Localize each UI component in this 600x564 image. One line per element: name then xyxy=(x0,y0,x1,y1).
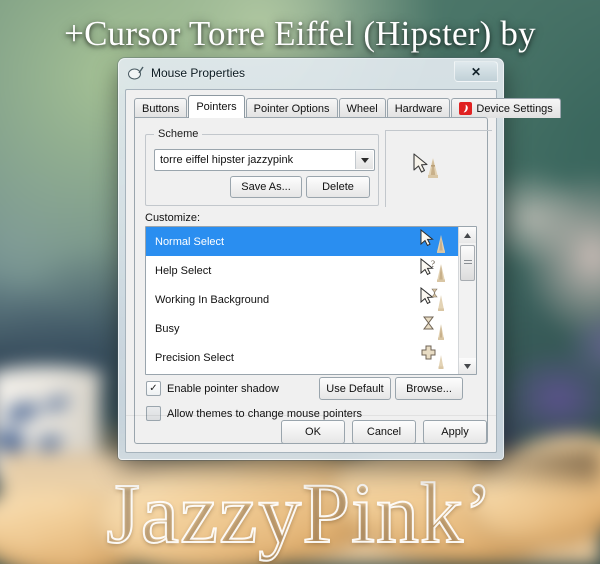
save-as-button[interactable]: Save As... xyxy=(230,176,302,198)
customize-listbox[interactable]: Normal Select Help Select ? Working In B… xyxy=(145,226,477,375)
list-scrollbar[interactable] xyxy=(458,227,476,374)
dialog-footer-buttons: OK Cancel Apply xyxy=(281,420,487,444)
allow-themes-label: Allow themes to change mouse pointers xyxy=(167,407,363,420)
overlay-bottom-title: JazzyPink’ xyxy=(105,465,494,561)
dialog-client-area: Buttons Pointers Pointer Options Wheel H… xyxy=(125,89,561,453)
tab-label: Wheel xyxy=(346,102,378,115)
tab-label: Device Settings xyxy=(476,102,553,115)
list-item-label: Normal Select xyxy=(155,235,225,248)
tab-strip: Buttons Pointers Pointer Options Wheel H… xyxy=(134,95,561,118)
close-icon[interactable]: ✕ xyxy=(454,61,498,82)
working-cursor-eiffel-tower-icon xyxy=(420,286,452,313)
enable-pointer-shadow-checkbox[interactable]: ✓ xyxy=(146,381,161,396)
ok-button[interactable]: OK xyxy=(281,420,345,444)
dialog-title: Mouse Properties xyxy=(151,66,246,80)
dialog-titlebar[interactable]: Mouse Properties ✕ xyxy=(119,59,503,87)
synaptics-icon xyxy=(459,102,473,115)
list-item-busy[interactable]: Busy xyxy=(146,314,458,343)
pointers-tab-panel: Scheme torre eiffel hipster jazzypink Sa… xyxy=(134,117,492,444)
list-item-label: Busy xyxy=(155,322,180,335)
tab-label: Pointers xyxy=(196,101,237,113)
precision-crosshair-eiffel-tower-icon xyxy=(420,345,452,371)
customize-label: Customize: xyxy=(145,212,201,224)
list-item-precision-select[interactable]: Precision Select xyxy=(146,343,458,372)
list-item-help-select[interactable]: Help Select ? xyxy=(146,256,458,285)
busy-hourglass-eiffel-tower-icon xyxy=(420,316,452,342)
triangle-down-icon[interactable] xyxy=(459,358,476,374)
scrollbar-thumb[interactable] xyxy=(460,245,475,281)
customize-list-inner: Normal Select Help Select ? Working In B… xyxy=(146,227,458,374)
arrow-cursor-eiffel-tower-icon xyxy=(420,228,452,255)
scheme-selected-value: torre eiffel hipster jazzypink xyxy=(160,154,294,166)
mouse-icon xyxy=(128,66,144,80)
overlay-top-title: +Cursor Torre Eiffel (Hipster) by xyxy=(64,14,536,53)
scheme-group-label: Scheme xyxy=(154,128,203,140)
tab-label: Pointer Options xyxy=(253,102,330,115)
list-item-label: Help Select xyxy=(155,264,212,277)
arrow-cursor-eiffel-tower-icon xyxy=(412,153,446,186)
tab-label: Hardware xyxy=(394,102,443,115)
list-item-label: Precision Select xyxy=(155,351,234,364)
check-icon: ✓ xyxy=(149,382,158,394)
scrollbar-grip xyxy=(463,260,472,266)
tab-buttons[interactable]: Buttons xyxy=(134,98,188,118)
pointer-preview-pane xyxy=(385,130,492,207)
delete-button[interactable]: Delete xyxy=(306,176,370,198)
tab-hardware[interactable]: Hardware xyxy=(386,98,451,118)
triangle-up-icon[interactable] xyxy=(459,227,476,243)
help-cursor-eiffel-tower-icon: ? xyxy=(420,257,452,284)
tab-label: Buttons xyxy=(142,102,180,115)
scheme-group: Scheme torre eiffel hipster jazzypink Sa… xyxy=(145,128,379,206)
enable-pointer-shadow-label: Enable pointer shadow xyxy=(167,382,279,395)
tab-pointers[interactable]: Pointers xyxy=(188,95,245,118)
apply-button[interactable]: Apply xyxy=(423,420,487,444)
list-item-normal-select[interactable]: Normal Select xyxy=(146,227,458,256)
footer-divider xyxy=(126,415,496,416)
tab-pointer-options[interactable]: Pointer Options xyxy=(245,98,338,118)
enable-pointer-shadow-row[interactable]: ✓ Enable pointer shadow xyxy=(146,381,279,396)
mouse-properties-dialog: Mouse Properties ✕ Buttons Pointers Poin… xyxy=(118,58,561,460)
svg-text:?: ? xyxy=(431,259,435,269)
tab-wheel[interactable]: Wheel xyxy=(338,98,386,118)
allow-themes-checkbox[interactable] xyxy=(146,406,161,421)
list-item-working-in-background[interactable]: Working In Background xyxy=(146,285,458,314)
use-default-button[interactable]: Use Default xyxy=(319,377,391,400)
list-item-label: Working In Background xyxy=(155,293,270,306)
browse-button[interactable]: Browse... xyxy=(395,377,463,400)
cancel-button[interactable]: Cancel xyxy=(352,420,416,444)
allow-themes-row[interactable]: Allow themes to change mouse pointers xyxy=(146,406,362,421)
chevron-down-icon[interactable] xyxy=(355,151,373,169)
scheme-dropdown[interactable]: torre eiffel hipster jazzypink xyxy=(154,149,375,171)
tab-device-settings[interactable]: Device Settings xyxy=(451,98,561,118)
